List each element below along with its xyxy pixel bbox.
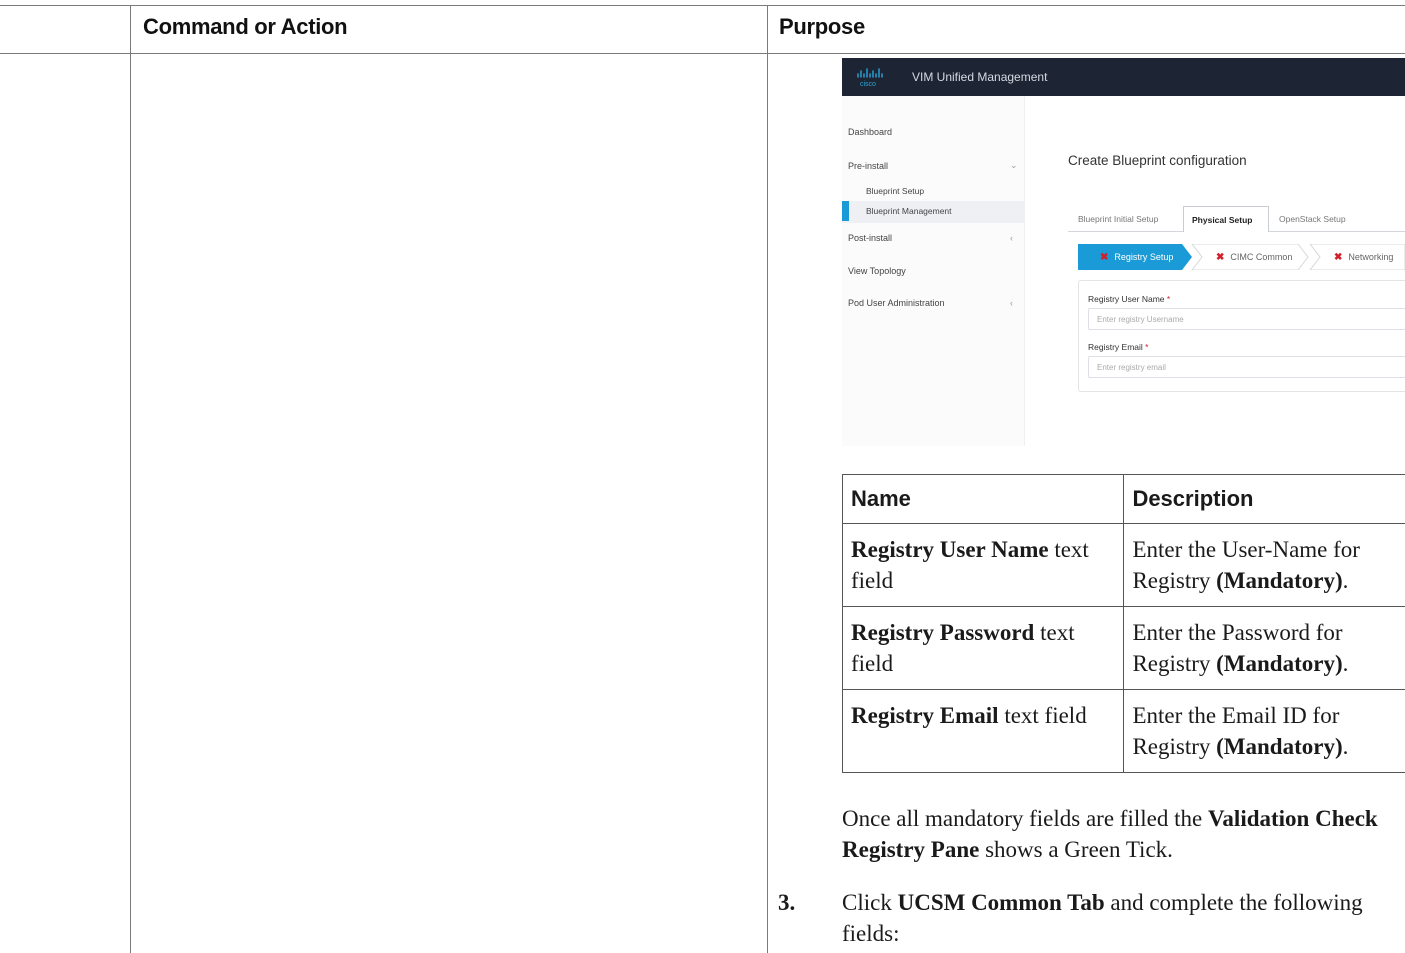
sidebar-item-dashboard[interactable]: Dashboard <box>848 127 892 137</box>
table-row: Registry User Name text field Enter the … <box>841 523 1405 607</box>
step-cimc-common[interactable]: ✖ CIMC Common <box>1216 244 1292 270</box>
sidebar-item-view-topology[interactable]: View Topology <box>848 266 906 276</box>
column-divider-left <box>130 5 131 953</box>
header-bottom-border <box>0 53 1405 54</box>
chevron-left-icon: ‹ <box>1010 233 1013 243</box>
registry-email-label: Registry Email * <box>1088 342 1149 352</box>
app-header-bar: cisco VIM Unified Management <box>842 58 1405 96</box>
field-description-table: Name Description Registry User Name text… <box>841 474 1405 773</box>
error-x-icon: ✖ <box>1216 252 1225 263</box>
sidebar-item-post-install[interactable]: Post-install <box>848 233 892 243</box>
header-purpose: Purpose <box>779 14 865 39</box>
field-description-cell: Enter the Password for Registry (Mandato… <box>1123 606 1405 690</box>
chevron-down-icon: ⌄ <box>1010 160 1018 170</box>
field-name-cell: Registry Password text field <box>841 606 1125 690</box>
table-top-border <box>0 5 1405 6</box>
tab-openstack-setup[interactable]: OpenStack Setup <box>1279 206 1346 232</box>
step-label: Registry Setup <box>1114 252 1174 262</box>
sidebar-item-pre-install[interactable]: Pre-install <box>848 161 888 171</box>
validation-note: Once all mandatory fields are filled the… <box>842 806 1378 862</box>
step-label: Networking <box>1348 252 1394 262</box>
registry-username-input[interactable]: Enter registry Username <box>1088 308 1405 330</box>
table-row: Registry Email text field Enter the Emai… <box>841 689 1405 773</box>
error-x-icon: ✖ <box>1100 252 1109 263</box>
column-header-description: Description <box>1123 474 1405 524</box>
column-header-name: Name <box>841 474 1125 524</box>
step-number: 3. <box>778 890 796 915</box>
field-name-cell: Registry User Name text field <box>841 523 1125 607</box>
tab-blueprint-initial-setup[interactable]: Blueprint Initial Setup <box>1078 206 1158 232</box>
page-title: Create Blueprint configuration <box>1068 153 1247 168</box>
field-description-cell: Enter the Email ID for Registry (Mandato… <box>1123 689 1405 773</box>
chevron-left-icon: ‹ <box>1010 298 1013 308</box>
column-divider-right <box>767 5 768 953</box>
table-header-row: Name Description <box>841 474 1405 524</box>
error-x-icon: ✖ <box>1334 252 1343 263</box>
header-command-or-action: Command or Action <box>143 14 348 39</box>
tab-physical-setup[interactable]: Physical Setup <box>1183 206 1269 232</box>
sidebar-item-blueprint-management[interactable]: Blueprint Management <box>866 206 952 216</box>
step-label: CIMC Common <box>1230 252 1293 262</box>
sidebar-active-accent <box>842 201 849 221</box>
svg-text:cisco: cisco <box>860 81 876 88</box>
table-row: Registry Password text field Enter the P… <box>841 606 1405 690</box>
step-3-instruction: Click UCSM Common Tab and complete the f… <box>842 890 1363 946</box>
registry-email-input[interactable]: Enter registry email <box>1088 356 1405 378</box>
sidebar-item-pod-user-admin[interactable]: Pod User Administration <box>848 298 945 308</box>
required-mark: * <box>1145 342 1149 352</box>
step-networking[interactable]: ✖ Networking <box>1334 244 1393 270</box>
step-registry-setup[interactable]: ✖ Registry Setup <box>1100 244 1173 270</box>
sidebar-item-blueprint-setup[interactable]: Blueprint Setup <box>866 186 924 196</box>
registry-username-label: Registry User Name * <box>1088 294 1171 304</box>
app-title: VIM Unified Management <box>912 70 1048 84</box>
embedded-screenshot: cisco VIM Unified Management Dashboard P… <box>842 58 1405 446</box>
cisco-logo-icon: cisco <box>857 68 883 88</box>
required-mark: * <box>1166 294 1171 304</box>
field-name-cell: Registry Email text field <box>841 689 1125 773</box>
field-description-cell: Enter the User-Name for Registry (Mandat… <box>1123 523 1405 607</box>
